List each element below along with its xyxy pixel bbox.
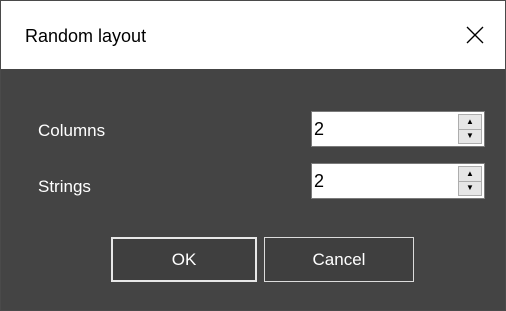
columns-stepper[interactable]: ▲ ▼ (311, 111, 485, 147)
columns-input[interactable] (312, 112, 452, 146)
strings-increment-button[interactable]: ▲ (458, 166, 482, 181)
title-bar: Random layout (1, 1, 505, 69)
close-button[interactable] (445, 1, 505, 69)
cancel-button[interactable]: Cancel (264, 237, 414, 282)
columns-spin-buttons: ▲ ▼ (458, 114, 482, 144)
strings-label: Strings (38, 177, 91, 196)
close-icon (466, 26, 484, 44)
random-layout-dialog: Random layout Columns ▲ ▼ Strings (0, 0, 506, 311)
strings-stepper[interactable]: ▲ ▼ (311, 163, 485, 199)
columns-increment-button[interactable]: ▲ (458, 114, 482, 129)
arrow-down-icon: ▼ (466, 183, 474, 193)
strings-input[interactable] (312, 164, 452, 198)
arrow-up-icon: ▲ (466, 168, 474, 178)
columns-decrement-button[interactable]: ▼ (458, 128, 482, 144)
strings-spin-buttons: ▲ ▼ (458, 166, 482, 196)
dialog-body: Columns ▲ ▼ Strings ▲ ▼ (1, 69, 505, 310)
dialog-title: Random layout (25, 26, 147, 46)
arrow-up-icon: ▲ (466, 116, 474, 126)
columns-label: Columns (38, 121, 106, 140)
arrow-down-icon: ▼ (466, 131, 474, 141)
strings-decrement-button[interactable]: ▼ (458, 180, 482, 196)
ok-button[interactable]: OK (111, 237, 257, 282)
